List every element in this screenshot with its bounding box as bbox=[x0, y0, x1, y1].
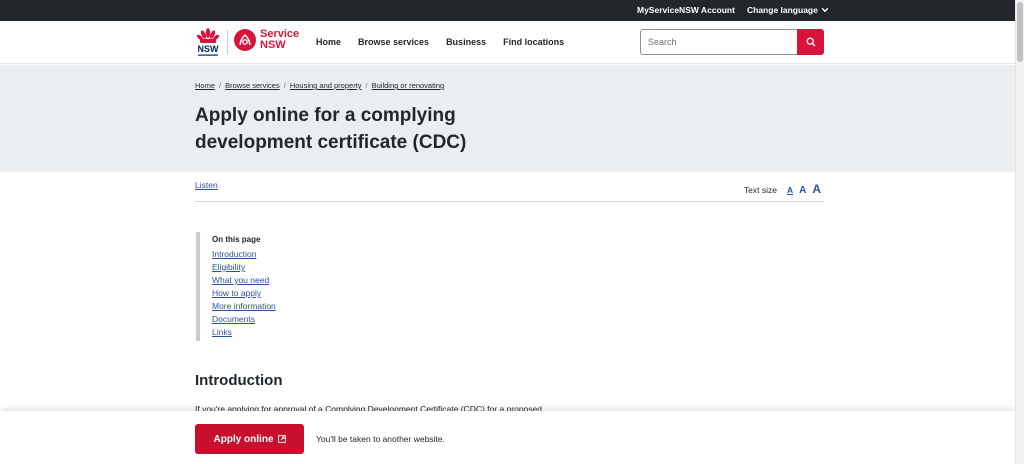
text-size-large-button[interactable]: A bbox=[812, 182, 821, 196]
on-this-page-heading: On this page bbox=[212, 235, 261, 244]
scrollbar-thumb[interactable] bbox=[1017, 2, 1023, 62]
otp-link-links[interactable]: Links bbox=[212, 326, 396, 339]
breadcrumb-home[interactable]: Home bbox=[195, 81, 215, 90]
text-size-small-button[interactable]: A bbox=[787, 185, 793, 195]
page-hero: Home / Browse services / Housing and pro… bbox=[0, 65, 1015, 172]
apply-online-label: Apply online bbox=[213, 433, 274, 445]
utility-bar: MyServiceNSW Account Change language bbox=[0, 0, 1015, 21]
search-input[interactable] bbox=[640, 29, 798, 55]
search-form bbox=[640, 29, 824, 55]
myservicensw-account-link[interactable]: MyServiceNSW Account bbox=[637, 5, 735, 15]
otp-link-how-to-apply[interactable]: How to apply bbox=[212, 287, 396, 300]
otp-link-more-information[interactable]: More information bbox=[212, 300, 396, 313]
breadcrumb: Home / Browse services / Housing and pro… bbox=[195, 81, 444, 90]
external-link-icon bbox=[277, 435, 286, 443]
otp-link-eligibility[interactable]: Eligibility bbox=[212, 261, 396, 274]
otp-link-what-you-need[interactable]: What you need bbox=[212, 274, 396, 287]
search-icon bbox=[806, 37, 815, 47]
breadcrumb-building-or-renovating[interactable]: Building or renovating bbox=[372, 81, 445, 90]
breadcrumb-housing-and-property[interactable]: Housing and property bbox=[290, 81, 362, 90]
service-nsw-emblem-icon bbox=[234, 29, 256, 51]
page-title: Apply online for a complying development… bbox=[195, 105, 467, 153]
breadcrumb-separator: / bbox=[365, 81, 368, 90]
breadcrumb-browse-services[interactable]: Browse services bbox=[225, 81, 280, 90]
nav-find-locations[interactable]: Find locations bbox=[503, 37, 564, 47]
site-header: NSW Service NSW Home Browse services Bus… bbox=[0, 21, 1015, 64]
on-this-page-nav: On this page Introduction Eligibility Wh… bbox=[196, 232, 396, 341]
otp-link-documents[interactable]: Documents bbox=[212, 313, 396, 326]
text-size-label: Text size bbox=[743, 185, 777, 195]
page-tools: Listen Text size A A A bbox=[195, 179, 824, 202]
search-button[interactable] bbox=[797, 29, 824, 55]
breadcrumb-separator: / bbox=[283, 81, 286, 90]
nav-browse-services[interactable]: Browse services bbox=[358, 37, 429, 47]
logo-divider bbox=[227, 30, 228, 54]
nsw-logo-text: NSW bbox=[198, 44, 220, 54]
apply-online-button[interactable]: Apply online bbox=[195, 424, 304, 454]
text-size-controls: Text size A A A bbox=[744, 182, 821, 196]
nsw-government-logo[interactable]: NSW bbox=[195, 27, 221, 59]
change-language-button[interactable]: Change language bbox=[747, 5, 829, 15]
text-size-medium-button[interactable]: A bbox=[799, 185, 806, 196]
main-nav: Home Browse services Business Find locat… bbox=[316, 37, 581, 47]
sticky-apply-bar: Apply online You'll be taken to another … bbox=[0, 411, 1015, 464]
nav-home[interactable]: Home bbox=[316, 37, 341, 47]
otp-link-introduction[interactable]: Introduction bbox=[212, 248, 396, 261]
nsw-word: NSW bbox=[260, 39, 286, 51]
change-language-label: Change language bbox=[747, 5, 818, 15]
service-nsw-logo[interactable]: Service NSW bbox=[234, 29, 299, 51]
nav-business[interactable]: Business bbox=[446, 37, 486, 47]
breadcrumb-separator: / bbox=[219, 81, 222, 90]
listen-link[interactable]: Listen bbox=[195, 180, 218, 190]
page-scrollbar[interactable] bbox=[1015, 0, 1024, 464]
chevron-down-icon bbox=[821, 7, 829, 13]
external-site-note: You'll be taken to another website. bbox=[316, 434, 445, 444]
introduction-heading: Introduction bbox=[195, 372, 283, 389]
